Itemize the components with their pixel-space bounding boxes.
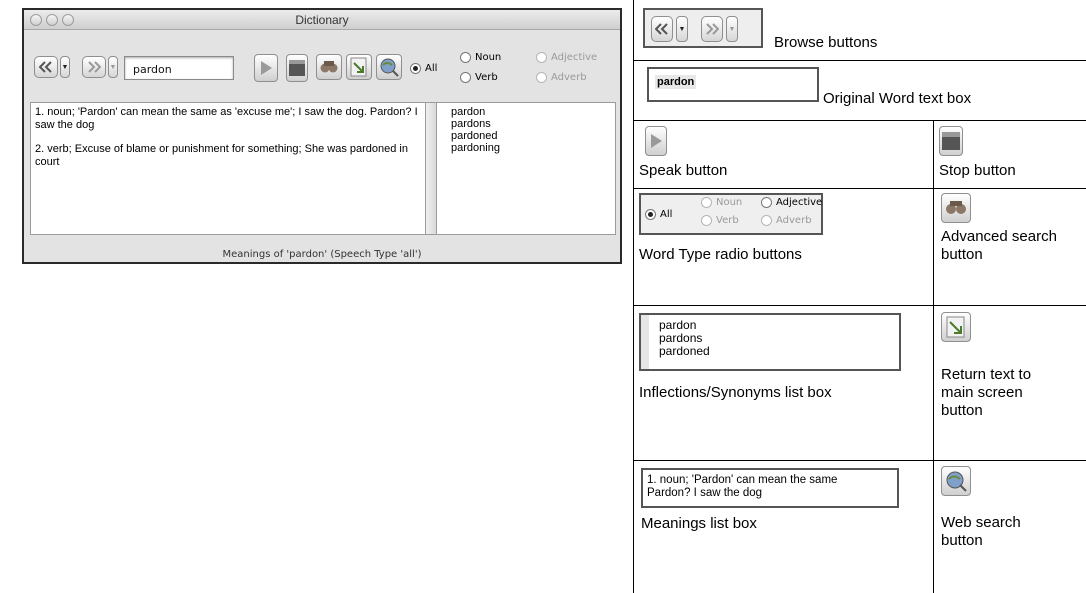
speak-button-sample: [645, 126, 667, 156]
return-text-icon: [946, 316, 965, 338]
sample-radio-adverb: Adverb: [761, 215, 812, 226]
forward-button-sample: [701, 16, 723, 42]
word-type-sample: All Noun Verb Adjective Adverb: [639, 193, 823, 235]
list-item[interactable]: pardon: [443, 106, 615, 118]
radio-verb[interactable]: Verb: [460, 72, 498, 83]
window-title: Dictionary: [295, 13, 349, 27]
radio-indicator: [701, 197, 712, 208]
forward-history-dropdown[interactable]: ▼: [108, 56, 118, 78]
dictionary-window: Dictionary ▼ ▼ pardon All Noun Verb Adje…: [22, 8, 622, 264]
advanced-search-label: Advanced search button: [941, 228, 1057, 263]
advanced-search-sample: [941, 193, 971, 223]
word-type-label: Word Type radio buttons: [639, 246, 802, 263]
speak-button-label: Speak button: [639, 162, 728, 179]
advanced-search-button[interactable]: [316, 54, 342, 80]
web-search-label: Web search button: [941, 514, 1021, 549]
radio-indicator: [761, 197, 772, 208]
stop-icon: [289, 60, 305, 76]
radio-noun[interactable]: Noun: [460, 52, 501, 63]
sample-radio-all-label: All: [660, 209, 673, 220]
binoculars-icon: [946, 201, 966, 214]
meanings-label: Meanings list box: [641, 515, 757, 532]
play-icon: [261, 61, 272, 75]
sample-radio-noun: Noun: [701, 197, 742, 208]
forward-arrow-icon: [706, 23, 719, 35]
sample-radio-adjective-label: Adjective: [776, 197, 823, 208]
dropdown-arrow-icon: ▼: [726, 16, 738, 42]
radio-adverb-label: Adverb: [551, 72, 587, 83]
return-text-icon: [350, 57, 367, 77]
sample-radio-all: All: [645, 209, 672, 220]
stop-button-sample: [939, 126, 963, 156]
toolbar: ▼ ▼ pardon All Noun Verb Adjective Adver…: [24, 30, 620, 98]
web-search-icon: [380, 58, 399, 77]
sample-radio-verb-label: Verb: [716, 215, 739, 226]
stop-button-label: Stop button: [939, 162, 1016, 179]
web-search-icon: [946, 471, 967, 492]
radio-verb-indicator: [460, 72, 471, 83]
return-text-button[interactable]: [346, 54, 372, 80]
list-item[interactable]: pardoned: [443, 130, 615, 142]
word-input[interactable]: pardon: [124, 56, 234, 80]
meanings-sample: 1. noun; 'Pardon' can mean the same Pard…: [641, 468, 899, 508]
stop-icon: [942, 132, 960, 150]
inflections-sample: pardon pardons pardoned: [639, 313, 901, 371]
original-word-sample: pardon: [647, 67, 819, 102]
sample-radio-adjective: Adjective: [761, 197, 822, 208]
meanings-list[interactable]: 1. noun; 'Pardon' can mean the same as '…: [30, 102, 426, 235]
back-arrow-icon: [655, 23, 668, 35]
radio-indicator: [645, 209, 656, 220]
legend-table: ▼ ▼ Browse buttons pardon Original Word …: [633, 0, 1086, 593]
radio-indicator: [701, 215, 712, 226]
original-word-value: pardon: [655, 75, 697, 89]
original-word-label: Original Word text box: [823, 90, 972, 107]
meaning-item[interactable]: 1. noun; 'Pardon' can mean the same as '…: [35, 106, 421, 132]
stop-button[interactable]: [286, 54, 308, 82]
sample-radio-verb: Verb: [701, 215, 739, 226]
list-item[interactable]: pardoning: [443, 142, 615, 154]
sample-radio-adverb-label: Adverb: [776, 215, 812, 226]
meaning-item: 1. noun; 'Pardon' can mean the same: [647, 474, 838, 486]
inflections-label: Inflections/Synonyms list box: [639, 384, 832, 401]
forward-button[interactable]: [82, 56, 106, 78]
binoculars-icon: [320, 61, 338, 73]
return-text-sample: [941, 312, 971, 342]
forward-arrow-icon: [88, 61, 101, 73]
radio-noun-indicator: [460, 52, 471, 63]
radio-all-indicator: [410, 63, 421, 74]
sample-radio-noun-label: Noun: [716, 197, 743, 208]
back-button[interactable]: [34, 56, 58, 78]
radio-adverb[interactable]: Adverb: [536, 72, 587, 83]
list-divider[interactable]: [426, 102, 436, 235]
radio-noun-label: Noun: [475, 52, 502, 63]
radio-adverb-indicator: [536, 72, 547, 83]
web-search-sample: [941, 466, 971, 496]
play-icon: [651, 134, 662, 148]
radio-all-label: All: [425, 63, 438, 74]
return-text-label: Return text to main screen button: [941, 366, 1032, 419]
back-history-dropdown[interactable]: ▼: [60, 56, 70, 78]
browse-buttons-label: Browse buttons: [774, 34, 878, 51]
speak-button[interactable]: [254, 54, 278, 82]
radio-adjective-indicator: [536, 52, 547, 63]
list-item: pardoned: [659, 344, 710, 358]
radio-indicator: [761, 215, 772, 226]
browse-buttons-sample: ▼ ▼: [643, 8, 763, 48]
web-search-button[interactable]: [376, 54, 402, 80]
radio-all[interactable]: All: [410, 63, 437, 74]
inflections-list[interactable]: pardon pardons pardoned pardoning: [436, 102, 616, 235]
meaning-item: Pardon? I saw the dog: [647, 487, 763, 499]
list-item[interactable]: pardons: [443, 118, 615, 130]
title-bar: Dictionary: [24, 10, 620, 30]
meaning-item[interactable]: 2. verb; Excuse of blame or punishment f…: [35, 143, 421, 169]
radio-verb-label: Verb: [475, 72, 498, 83]
back-arrow-icon: [39, 61, 52, 73]
status-bar: Meanings of 'pardon' (Speech Type 'all'): [222, 249, 422, 260]
back-button-sample: [651, 16, 673, 42]
radio-adjective[interactable]: Adjective: [536, 52, 597, 63]
radio-adjective-label: Adjective: [551, 52, 598, 63]
dropdown-arrow-icon: ▼: [676, 16, 688, 42]
